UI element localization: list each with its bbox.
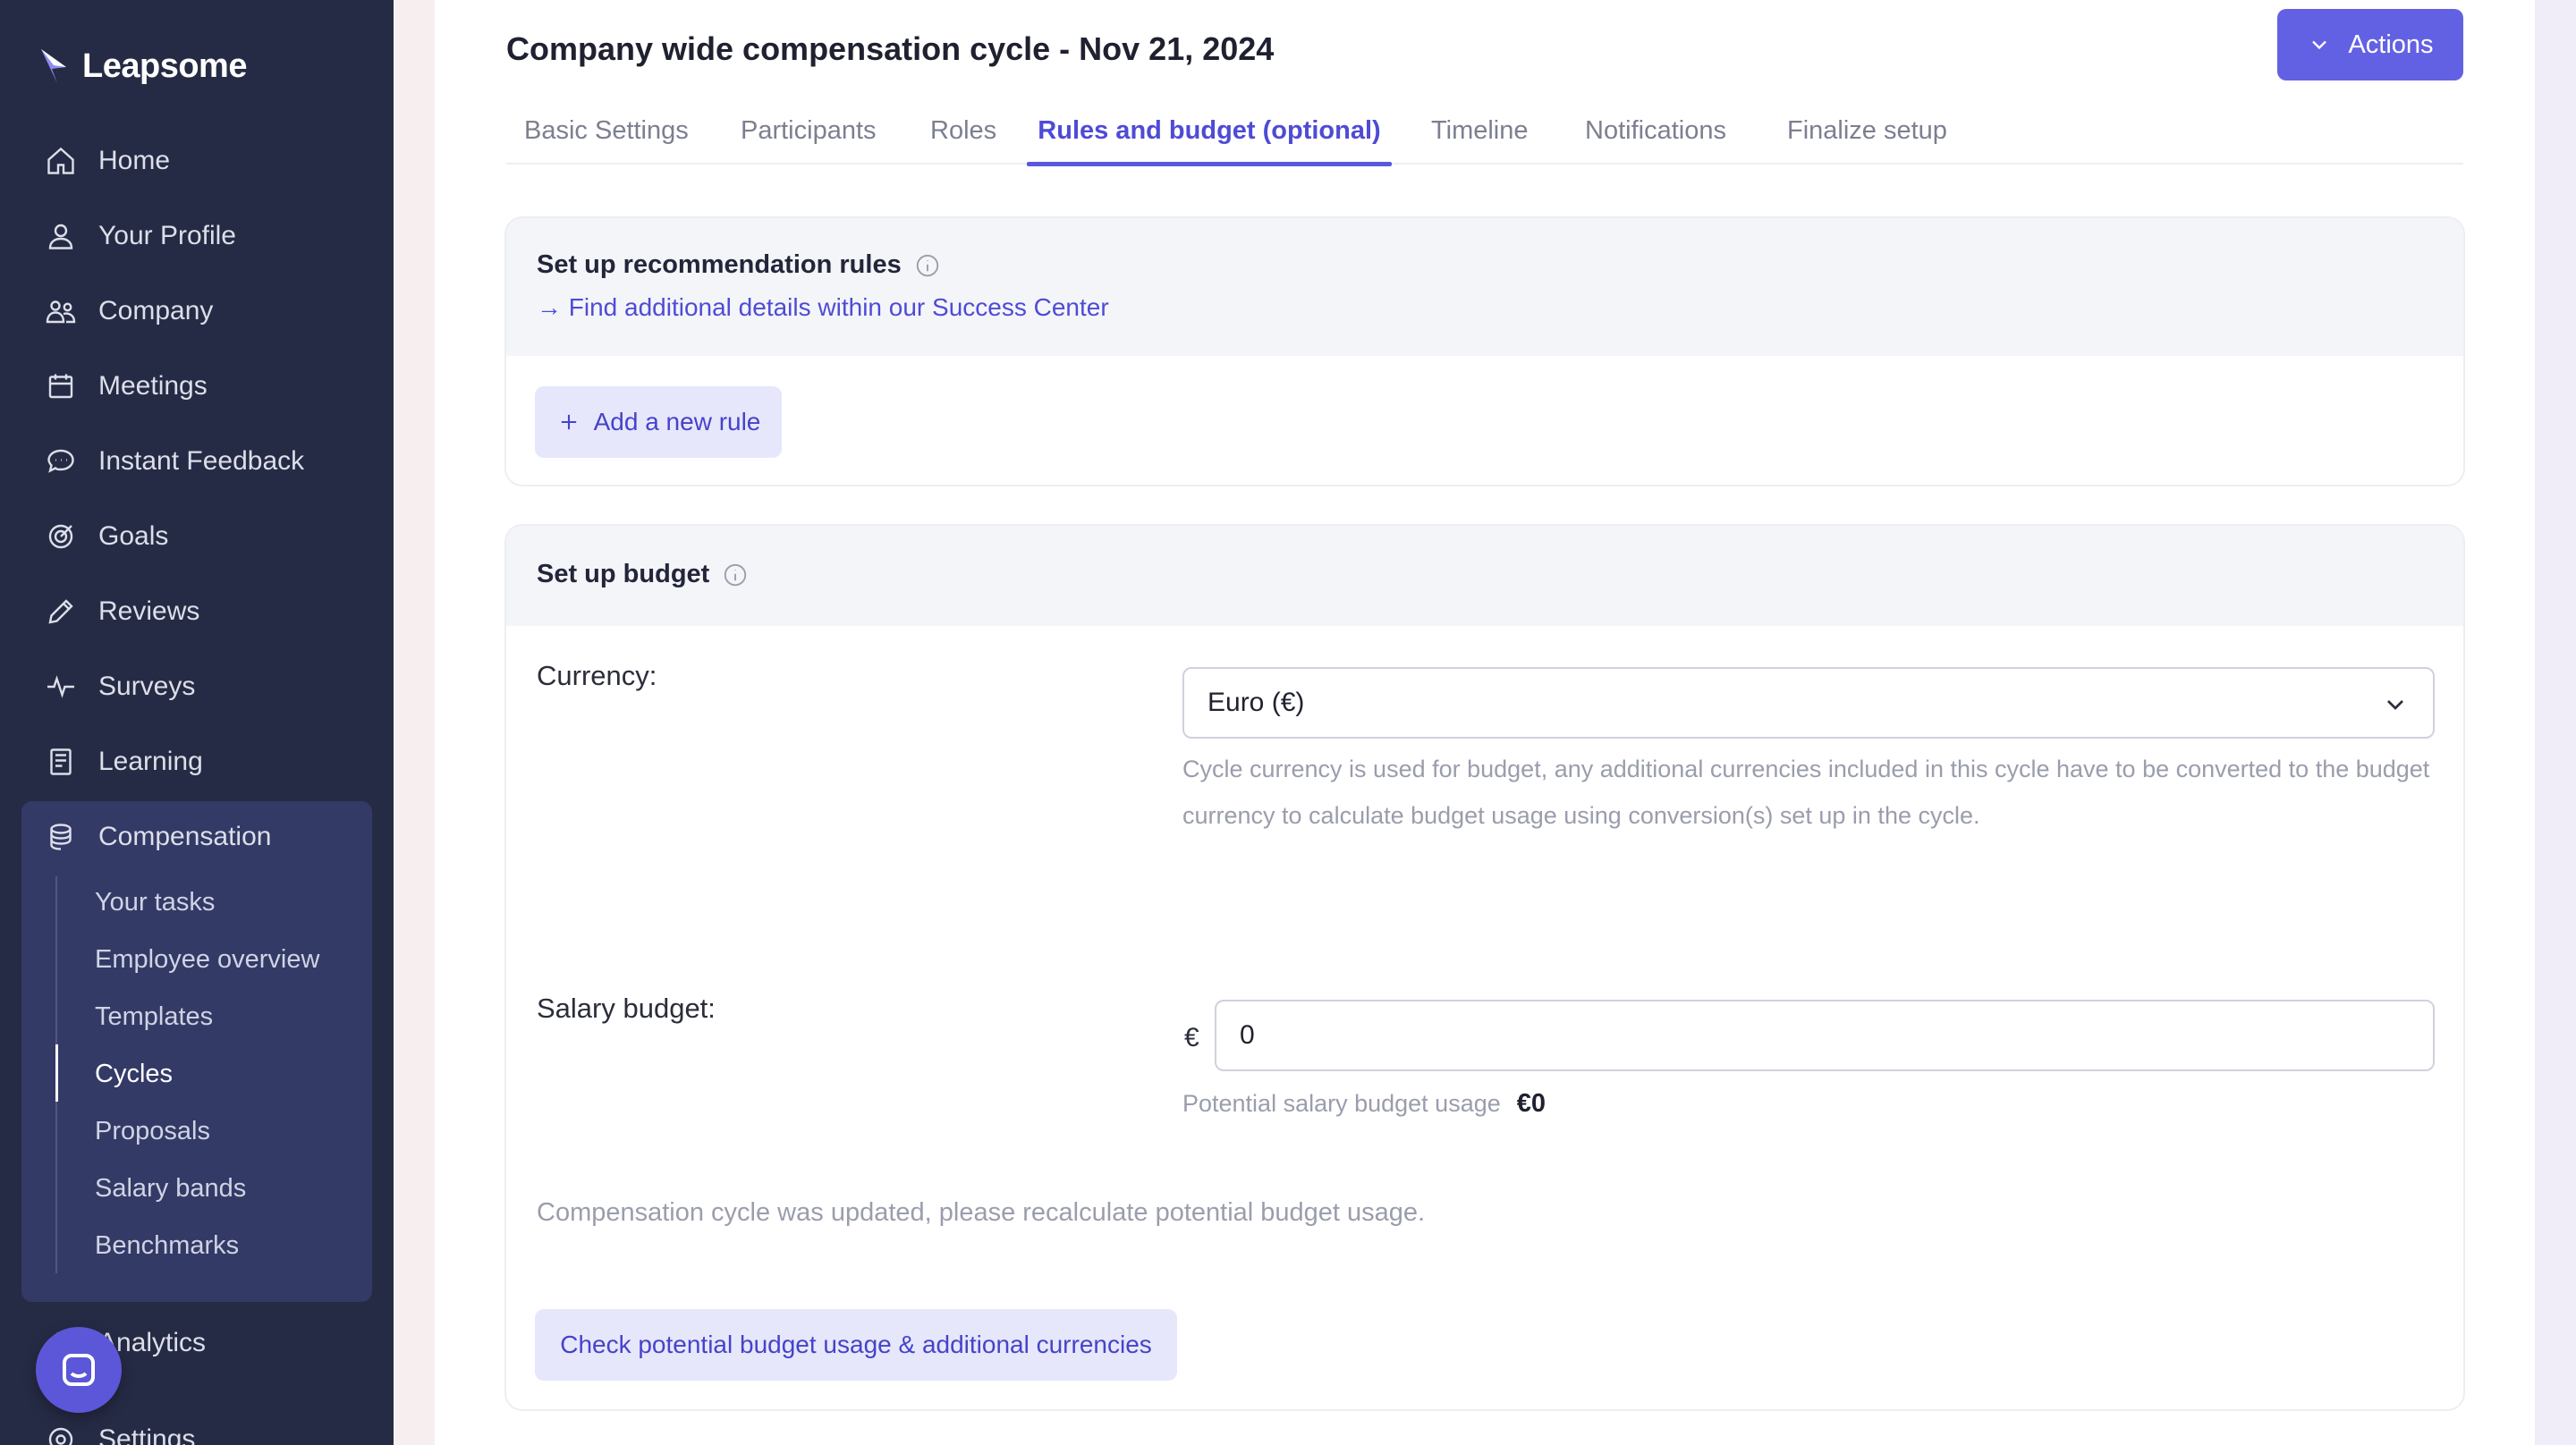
budget-card: Set up budget Currency: Euro (€) Cycle c…: [504, 524, 2465, 1411]
usage-value: €0: [1516, 1089, 1546, 1118]
sidebar-item-learning[interactable]: Learning: [45, 737, 367, 787]
tab-bar: Basic Settings Participants Roles Rules …: [506, 97, 2463, 166]
subnav-item-your-tasks[interactable]: Your tasks: [95, 880, 215, 925]
currency-label: Currency:: [537, 660, 657, 691]
salary-budget-input[interactable]: [1215, 1000, 2435, 1071]
budget-card-title-text: Set up budget: [537, 560, 710, 588]
actions-button[interactable]: Actions: [2277, 9, 2463, 80]
tab-notifications[interactable]: Notifications: [1585, 97, 1726, 165]
sidebar-item-company[interactable]: Company: [45, 286, 367, 336]
sidebar-item-label: Settings: [98, 1424, 196, 1445]
info-icon[interactable]: [722, 562, 749, 588]
chevron-down-icon: [2312, 40, 2327, 50]
book-icon: [50, 748, 72, 775]
sidebar-item-goals[interactable]: Goals: [45, 511, 367, 562]
tab-rules-and-budget[interactable]: Rules and budget (optional): [1027, 97, 1392, 166]
currency-symbol: €: [1184, 1023, 1199, 1052]
subnav-active-indicator: [55, 1044, 58, 1102]
sidebar: Leapsome Home Your Profile Company Meeti…: [0, 0, 394, 1445]
actions-label: Actions: [2348, 30, 2434, 59]
salary-budget-label: Salary budget:: [537, 993, 716, 1024]
budget-usage: Potential salary budget usage €0: [1182, 1089, 1546, 1119]
coins-icon: [50, 824, 72, 850]
sidebar-item-your-profile[interactable]: Your Profile: [45, 211, 367, 261]
target-icon: [48, 524, 73, 549]
add-new-rule-label: Add a new rule: [593, 408, 761, 435]
chat-icon: [47, 449, 74, 473]
people-icon: [46, 300, 76, 324]
currency-select[interactable]: Euro (€): [1182, 667, 2435, 739]
sidebar-item-label: Compensation: [98, 822, 272, 851]
sidebar-item-label: Home: [98, 146, 171, 175]
sidebar-item-settings[interactable]: Settings: [45, 1415, 367, 1445]
support-chat-button[interactable]: [36, 1327, 122, 1413]
pencil-icon: [48, 599, 73, 624]
sidebar-item-label: Learning: [98, 747, 203, 776]
brand-name: Leapsome: [82, 46, 247, 85]
leapsome-logo-icon: [41, 49, 66, 83]
rules-card-title: Set up recommendation rules: [537, 250, 941, 280]
sidebar-item-meetings[interactable]: Meetings: [45, 361, 367, 411]
chevron-down-icon: [2387, 700, 2403, 710]
tab-roles[interactable]: Roles: [930, 97, 996, 165]
currency-selected-value: Euro (€): [1208, 688, 1305, 717]
sidebar-item-reviews[interactable]: Reviews: [45, 587, 367, 637]
tab-finalize-setup[interactable]: Finalize setup: [1787, 97, 1947, 165]
home-icon: [47, 147, 74, 174]
sidebar-item-surveys[interactable]: Surveys: [45, 662, 367, 712]
leapsome-logo[interactable]: Leapsome: [39, 43, 247, 89]
subnav-item-cycles[interactable]: Cycles: [95, 1052, 173, 1096]
subnav-item-proposals[interactable]: Proposals: [95, 1109, 210, 1153]
pulse-icon: [47, 675, 74, 698]
page-title: Company wide compensation cycle - Nov 21…: [506, 30, 1275, 67]
tab-basic-settings[interactable]: Basic Settings: [524, 97, 689, 165]
plus-icon: [561, 414, 576, 430]
sidebar-item-compensation[interactable]: Compensation: [45, 812, 367, 862]
sidebar-item-label: Instant Feedback: [98, 446, 305, 476]
currency-helper-text: Cycle currency is used for budget, any a…: [1182, 756, 2430, 829]
budget-card-title: Set up budget: [537, 560, 749, 589]
tab-timeline[interactable]: Timeline: [1431, 97, 1529, 165]
rules-card-title-text: Set up recommendation rules: [537, 250, 902, 279]
sidebar-item-label: Company: [98, 296, 214, 325]
sidebar-item-instant-feedback[interactable]: Instant Feedback: [45, 436, 367, 486]
subnav-item-salary-bands[interactable]: Salary bands: [95, 1166, 246, 1211]
usage-label: Potential salary budget usage: [1182, 1090, 1501, 1117]
subnav-item-benchmarks[interactable]: Benchmarks: [95, 1223, 239, 1268]
sidebar-item-label: Reviews: [98, 596, 200, 626]
sidebar-item-label: Your Profile: [98, 221, 236, 250]
chat-bubble-icon: [63, 1354, 95, 1386]
subnav-item-templates[interactable]: Templates: [95, 994, 213, 1039]
sidebar-item-home[interactable]: Home: [45, 136, 367, 186]
add-new-rule-button[interactable]: Add a new rule: [535, 386, 782, 458]
recalculate-notice: Compensation cycle was updated, please r…: [537, 1198, 1426, 1227]
rules-card-header: Set up recommendation rules → Find addit…: [506, 218, 2463, 356]
tab-participants[interactable]: Participants: [741, 97, 877, 165]
sidebar-item-label: Meetings: [98, 371, 208, 401]
user-icon: [48, 224, 73, 249]
gear-icon: [48, 1427, 73, 1445]
sidebar-item-label: Goals: [98, 521, 169, 551]
subnav-item-employee-overview[interactable]: Employee overview: [95, 937, 319, 982]
success-center-link[interactable]: → Find additional details within our Suc…: [537, 293, 1109, 322]
recommendation-rules-card: Set up recommendation rules → Find addit…: [504, 216, 2465, 486]
check-budget-usage-button[interactable]: Check potential budget usage & additiona…: [535, 1309, 1177, 1381]
calendar-icon: [48, 374, 73, 399]
info-icon[interactable]: [914, 252, 941, 279]
sidebar-item-label: Surveys: [98, 672, 196, 701]
budget-card-header: Set up budget: [506, 526, 2463, 626]
